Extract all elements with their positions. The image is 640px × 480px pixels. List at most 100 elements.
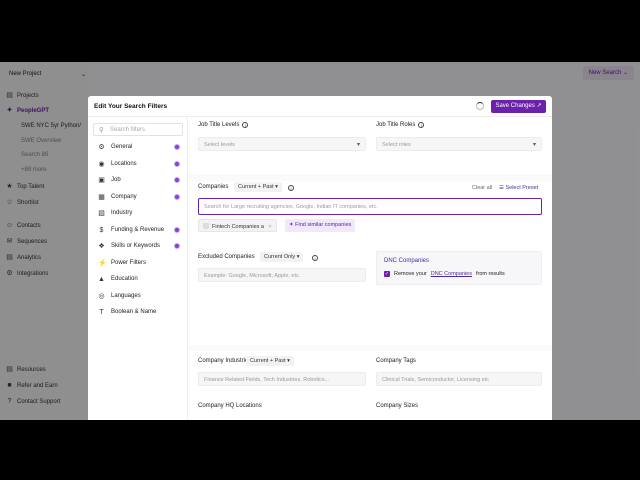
filter-label: Industry [111, 210, 133, 216]
company-list-chip[interactable]: Fintech Companies a × [198, 219, 277, 232]
mode-label: Current Only [264, 254, 296, 260]
select-placeholder: Select roles [382, 142, 411, 148]
company-industries-input[interactable]: Finance Related Fields, Tech Industries,… [198, 372, 366, 386]
active-dot [174, 194, 180, 200]
filter-item-company[interactable]: ▦ Company [98, 192, 180, 202]
filter-label: Skills or Keywords [111, 243, 161, 249]
active-dot [174, 227, 180, 233]
dnc-text: from results [475, 271, 505, 277]
filter-label: Locations [111, 161, 137, 167]
filter-search-placeholder: Search filters [110, 127, 146, 133]
company-tags-label: Company Tags [376, 358, 416, 364]
text-icon: T [99, 308, 104, 316]
job-title-levels-label: Job Title Levels i [198, 122, 249, 128]
filter-label: Power Filters [111, 260, 147, 266]
input-placeholder: Clinical Trials, Semiconductor, Licensin… [382, 377, 489, 383]
location-icon: ◉ [98, 161, 105, 168]
info-icon: i [242, 122, 249, 128]
filter-label: Languages [111, 293, 141, 299]
filter-label: Boolean & Name [111, 309, 157, 315]
company-industries-label: Company Industries [198, 358, 251, 364]
gear-icon: ⚙ [98, 144, 105, 151]
filter-item-boolean[interactable]: T Boolean & Name [98, 307, 180, 317]
filter-item-locations[interactable]: ◉ Locations [98, 159, 180, 169]
job-title-levels-select[interactable]: Select levels ▾ [198, 137, 366, 151]
list-icon: ☰ [499, 185, 504, 191]
excluded-companies-label: Excluded Companies [198, 254, 255, 260]
filter-label: General [111, 144, 133, 150]
active-dot [174, 144, 180, 150]
info-icon: i [312, 255, 318, 261]
puzzle-icon: ❖ [98, 243, 105, 250]
company-tags-input[interactable]: Clinical Trials, Semiconductor, Licensin… [376, 372, 542, 386]
find-similar-button[interactable]: ✦ Find similar companies [285, 219, 356, 232]
filter-item-general[interactable]: ⚙ General [98, 142, 180, 152]
filter-label: Job [111, 177, 121, 183]
job-title-roles-select[interactable]: Select roles ▾ [376, 137, 542, 151]
close-icon[interactable]: × [269, 224, 272, 230]
select-preset-link[interactable]: ☰ Select Preset [499, 185, 538, 191]
label-text: Companies [198, 184, 229, 190]
save-changes-button[interactable]: Save Changes ↗ [491, 100, 546, 113]
job-title-roles-label: Job Title Roles i [376, 122, 425, 128]
filter-item-skills[interactable]: ❖ Skills or Keywords [98, 241, 180, 251]
clear-all-link[interactable]: Clear all [472, 185, 492, 191]
label-text: Excluded Companies [198, 254, 255, 260]
briefcase-icon: ▣ [98, 177, 105, 184]
filter-item-languages[interactable]: ◎ Languages [98, 291, 180, 301]
excluded-companies-input[interactable]: Example: Google, Microsoft, Apple, etc. [198, 268, 366, 282]
filter-content: Job Title Levels i Select levels ▾ Job Tit… [188, 117, 552, 420]
input-placeholder: Finance Related Fields, Tech Industries,… [204, 377, 330, 383]
select-placeholder: Select levels [204, 142, 235, 148]
edit-filters-modal: Edit Your Search Filters Save Changes ↗ … [88, 96, 552, 420]
lightning-icon: ⚡ [98, 260, 107, 267]
filter-item-funding[interactable]: $ Funding & Revenue [98, 225, 180, 235]
dnc-title: DNC Companies [384, 258, 430, 264]
label-text: Company HQ Locations [198, 403, 262, 409]
active-dot [174, 177, 180, 183]
label-text: Company Tags [376, 358, 416, 364]
filter-item-education[interactable]: ▲ Education [98, 274, 180, 284]
graduation-icon: ▲ [98, 275, 105, 283]
filter-item-industry[interactable]: ▧ Industry [98, 208, 180, 218]
search-icon: ⚲ [99, 127, 104, 134]
dnc-link[interactable]: DNC Companies [431, 271, 472, 277]
companies-mode-select[interactable]: Current + Past ▾ [234, 182, 282, 192]
excluded-mode-select[interactable]: Current Only ▾ [260, 252, 304, 262]
loading-spinner-icon [476, 102, 484, 110]
filter-item-power[interactable]: ⚡ Power Filters [98, 258, 180, 268]
industries-mode-select[interactable]: Current + Past ▾ [246, 356, 294, 366]
active-dot [174, 161, 180, 167]
company-sizes-label: Company Sizes [376, 403, 418, 409]
globe-icon: ◎ [98, 293, 105, 300]
list-thumb-icon [203, 223, 209, 229]
modal-title: Edit Your Search Filters [94, 103, 168, 110]
label-text: Job Title Levels [198, 122, 240, 128]
companies-label: Companies [198, 184, 228, 190]
info-icon: i [418, 122, 425, 128]
info-icon: i [288, 185, 294, 191]
dnc-box: DNC Companies ✓ Remove your DNC Companie… [376, 251, 542, 285]
company-hq-label: Company HQ Locations [198, 403, 262, 409]
filter-search-input[interactable]: ⚲ Search filters [93, 123, 183, 136]
label-text: Job Title Roles [376, 122, 416, 128]
chevron-down-icon: ▾ [532, 142, 536, 148]
filter-label: Funding & Revenue [111, 227, 165, 233]
label-text: Company Industries [198, 358, 252, 364]
app-window: New Project ⌄ ▤ Projects ✦ PeopleGPT SWE N… [0, 62, 640, 420]
dnc-row: ✓ Remove your DNC Companies from results [384, 271, 505, 277]
filter-sidebar: ⚲ Search filters ⚙ General ◉ Locations ▣ Jo… [88, 117, 188, 420]
mode-label: Current + Past [250, 358, 286, 364]
dollar-icon: $ [99, 226, 104, 234]
active-dot [174, 243, 180, 249]
chip-label: Fintech Companies a [212, 224, 264, 230]
companies-search-input[interactable]: Search for Large recruiting agencies, Go… [198, 198, 542, 215]
spacer3 [198, 319, 206, 332]
modal-header: Edit Your Search Filters Save Changes ↗ [88, 96, 552, 117]
mode-label: Current + Past [238, 184, 274, 190]
filter-item-job[interactable]: ▣ Job [98, 175, 180, 185]
building-icon: ▦ [98, 194, 105, 201]
input-placeholder: Example: Google, Microsoft, Apple, etc. [204, 273, 301, 279]
label-text: Company Sizes [376, 403, 419, 409]
dnc-checkbox[interactable]: ✓ [384, 271, 390, 277]
